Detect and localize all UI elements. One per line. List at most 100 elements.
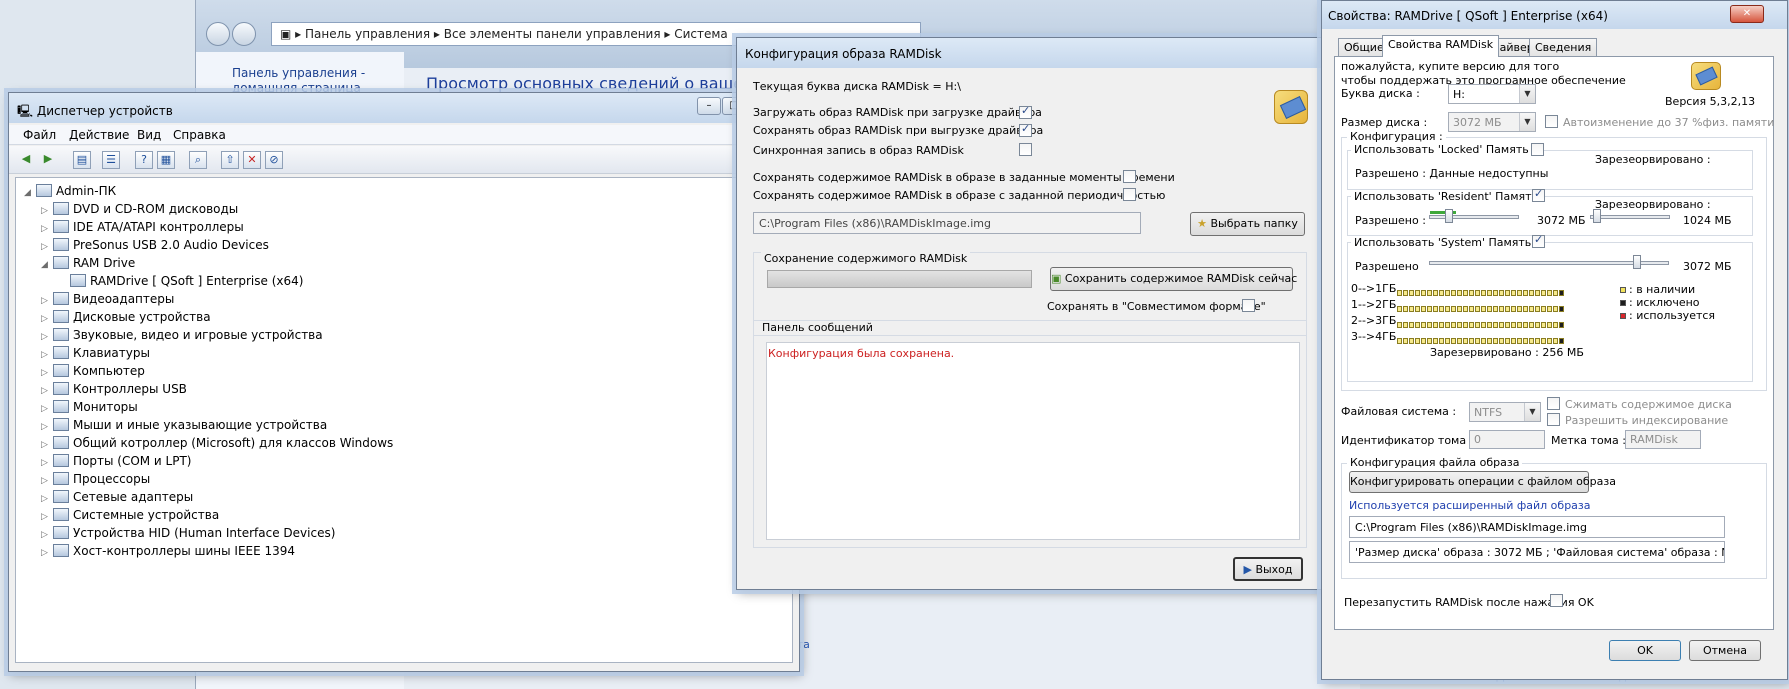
memory-cell xyxy=(1457,290,1462,296)
tree-item[interactable]: ▷ Видеоадаптеры xyxy=(41,290,174,308)
expand-arrow-icon[interactable]: ▷ xyxy=(41,544,51,562)
menu-action[interactable]: Действие xyxy=(69,128,129,142)
tree-item[interactable]: RAMDrive [ QSoft ] Enterprise (x64) xyxy=(58,272,303,290)
scan-hardware-icon[interactable]: ⌕ xyxy=(189,151,207,169)
properties-icon[interactable]: ☰ xyxy=(102,151,120,169)
collapse-arrow-icon[interactable]: ◢ xyxy=(24,184,34,202)
tree-item[interactable]: ▷ Клавиатуры xyxy=(41,344,150,362)
choose-folder-button[interactable]: ★ Выбрать папку xyxy=(1190,212,1305,236)
locked-checkbox[interactable] xyxy=(1531,143,1544,156)
load-image-checkbox[interactable] xyxy=(1019,104,1032,119)
indexing-checkbox[interactable] xyxy=(1547,413,1560,426)
config-titlebar[interactable]: Конфигурация образа RAMDisk xyxy=(737,38,1321,68)
compat-format-label: Сохранять в "Совместимом формате" xyxy=(1047,300,1266,313)
collapse-arrow-icon[interactable]: ◢ xyxy=(41,256,51,274)
memory-cell xyxy=(1481,322,1486,328)
exit-button[interactable]: ▶ Выход xyxy=(1233,557,1303,581)
tree-item[interactable]: ◢ RAM Drive xyxy=(41,254,135,272)
tab-details[interactable]: Сведения xyxy=(1529,38,1598,57)
messages-panel[interactable]: Конфигурация была сохранена. xyxy=(766,342,1300,540)
resident-checkbox[interactable] xyxy=(1532,187,1545,202)
close-icon[interactable]: ✕ xyxy=(1730,5,1764,23)
save-image-checkbox[interactable] xyxy=(1019,122,1032,137)
memory-cell xyxy=(1529,306,1534,312)
tree-item[interactable]: ▷ Хост-контроллеры шины IEEE 1394 xyxy=(41,542,295,560)
breadcrumb-item[interactable]: Панель управления xyxy=(305,27,430,41)
drive-letter-select[interactable]: H: ▼ xyxy=(1448,84,1536,104)
back-button[interactable] xyxy=(206,22,230,46)
update-driver-icon[interactable]: ⇧ xyxy=(221,151,239,169)
compat-format-checkbox[interactable] xyxy=(1242,299,1255,312)
tree-item[interactable]: ▷ PreSonus USB 2.0 Audio Devices xyxy=(41,236,269,254)
image-path-field[interactable]: C:\Program Files (x86)\RAMDiskImage.img xyxy=(753,212,1141,234)
filesystem-select[interactable]: NTFS ▼ xyxy=(1469,402,1541,422)
image-info-field: 'Размер диска' образа : 3072 МБ ; 'Файло… xyxy=(1349,541,1725,563)
tab-ramdisk-properties[interactable]: Свойства RAMDisk xyxy=(1382,35,1500,57)
memory-cell xyxy=(1415,338,1420,344)
tree-item-label: Компьютер xyxy=(73,364,145,378)
memory-cell xyxy=(1481,306,1486,312)
minimize-button[interactable]: – xyxy=(697,97,721,115)
sync-write-checkbox[interactable] xyxy=(1019,143,1032,156)
tree-item[interactable]: ▷ Устройства HID (Human Interface Devices… xyxy=(41,524,335,542)
compress-checkbox[interactable] xyxy=(1547,397,1560,410)
forward-arrow-icon[interactable]: ▶ xyxy=(39,151,57,169)
extended-image-link[interactable]: Используется расширенный файл образа xyxy=(1349,499,1591,512)
uninstall-icon[interactable]: ✕ xyxy=(243,151,261,169)
volume-label-field[interactable]: RAMDisk xyxy=(1625,430,1701,449)
tree-item[interactable]: ▷ Системные устройства xyxy=(41,506,219,524)
tree-item[interactable]: ▷ DVD и CD-ROM дисководы xyxy=(41,200,238,218)
resident-reserved-slider[interactable] xyxy=(1590,215,1670,219)
restart-checkbox[interactable] xyxy=(1550,594,1563,607)
menu-view[interactable]: Вид xyxy=(137,128,161,142)
disk-size-select[interactable]: 3072 МБ ▼ xyxy=(1448,112,1536,132)
system-allowed-thumb[interactable] xyxy=(1633,255,1641,269)
properties-titlebar[interactable]: Свойства: RAMDrive [ QSoft ] Enterprise … xyxy=(1322,1,1787,29)
tree-item[interactable]: ▷ Компьютер xyxy=(41,362,145,380)
save-at-times-checkbox[interactable] xyxy=(1123,170,1136,183)
device-tree[interactable]: ◢ Admin-ПК ▷ DVD и CD-ROM дисководы ▷ IDE ATA… xyxy=(15,177,793,663)
tree-item[interactable]: ▷ Мониторы xyxy=(41,398,138,416)
save-periodic-checkbox[interactable] xyxy=(1123,188,1136,201)
tree-item-label: RAM Drive xyxy=(73,256,136,270)
device-manager-titlebar[interactable]: 🖳 Диспетчер устройств xyxy=(9,93,799,123)
breadcrumb-item[interactable]: Система xyxy=(674,27,728,41)
dialog-title: Конфигурация образа RAMDisk xyxy=(745,47,942,61)
tree-item-label: Дисковые устройства xyxy=(73,310,211,324)
tree-item[interactable]: ◢ Admin-ПК xyxy=(24,182,116,200)
save-now-button[interactable]: ▣ Сохранить содержимое RAMDisk сейчас xyxy=(1050,267,1297,291)
tree-item[interactable]: ▷ Дисковые устройства xyxy=(41,308,211,326)
tree-item-label: Хост-контроллеры шины IEEE 1394 xyxy=(73,544,296,558)
up-level-icon[interactable]: ▤ xyxy=(73,151,91,169)
tree-item[interactable]: ▷ Мыши и иные указывающие устройства xyxy=(41,416,327,434)
volume-id-field[interactable]: 0 xyxy=(1469,430,1545,449)
ok-button[interactable]: OK xyxy=(1609,640,1681,661)
tree-item[interactable]: ▷ Сетевые адаптеры xyxy=(41,488,193,506)
system-checkbox[interactable] xyxy=(1532,233,1545,248)
tree-item[interactable]: ▷ Порты (COM и LPT) xyxy=(41,452,191,470)
configure-image-ops-button[interactable]: Конфигурировать операции с файлом образа xyxy=(1349,471,1616,493)
menu-file[interactable]: Файл xyxy=(23,128,56,142)
tree-item[interactable]: ▷ Общий котроллер (Microsoft) для классов… xyxy=(41,434,393,452)
auto-change-checkbox[interactable] xyxy=(1545,115,1558,128)
help-icon[interactable]: ? xyxy=(135,151,153,169)
memory-cell xyxy=(1541,338,1546,344)
back-arrow-icon[interactable]: ◀ xyxy=(17,151,35,169)
resident-reserved-thumb[interactable] xyxy=(1593,209,1601,223)
processor-icon xyxy=(53,472,69,485)
breadcrumb-item[interactable]: Все элементы панели управления xyxy=(444,27,661,41)
tree-item[interactable]: ▷ Звуковые, видео и игровые устройства xyxy=(41,326,323,344)
cancel-button[interactable]: Отмена xyxy=(1689,640,1761,661)
disable-device-icon[interactable]: ⊘ xyxy=(265,151,283,169)
mem-row-label: 0-->1ГБ xyxy=(1351,282,1397,295)
tree-item[interactable]: ▷ Контроллеры USB xyxy=(41,380,187,398)
show-hide-icon[interactable]: ▦ xyxy=(157,151,175,169)
image-path-field[interactable]: C:\Program Files (x86)\RAMDiskImage.img xyxy=(1349,516,1725,538)
resident-allowed-slider[interactable] xyxy=(1429,215,1519,219)
memory-cell xyxy=(1445,290,1450,296)
resident-allowed-thumb[interactable] xyxy=(1445,209,1453,223)
tree-item[interactable]: ▷ Процессоры xyxy=(41,470,150,488)
menu-help[interactable]: Справка xyxy=(173,128,226,142)
forward-button[interactable] xyxy=(232,22,256,46)
tree-item[interactable]: ▷ IDE ATA/ATAPI контроллеры xyxy=(41,218,244,236)
